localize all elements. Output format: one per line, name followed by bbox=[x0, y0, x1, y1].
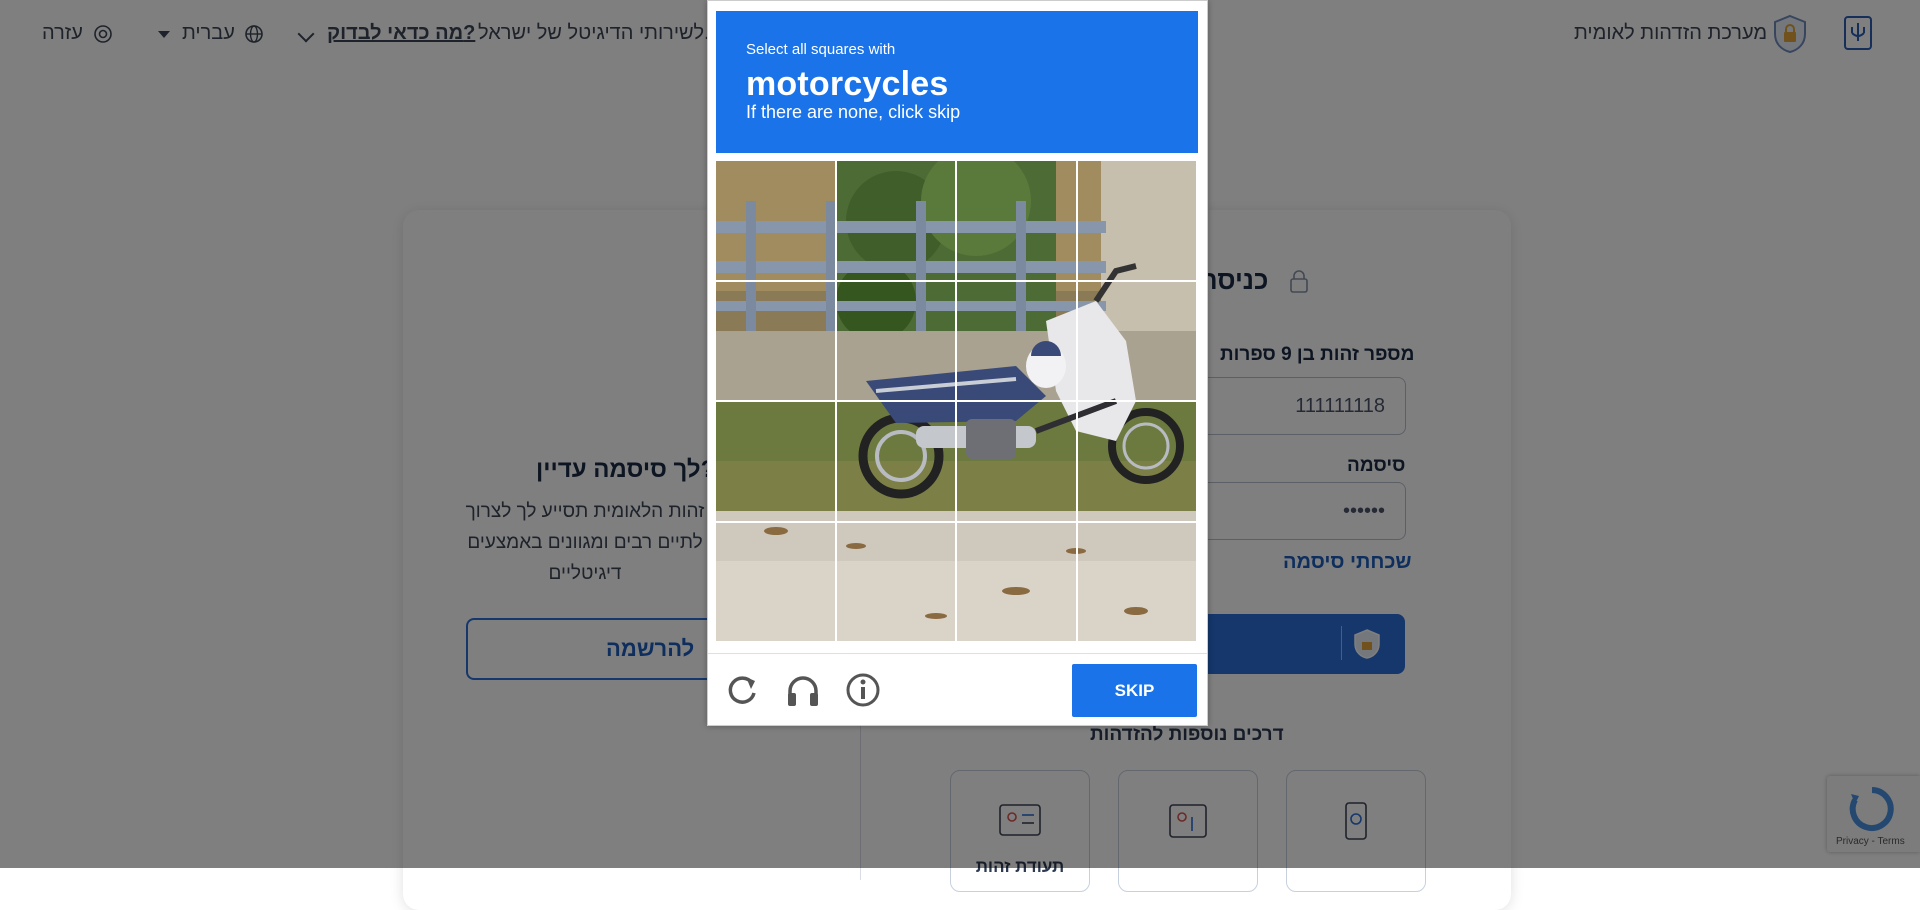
captcha-footer-divider bbox=[708, 653, 1207, 654]
refresh-icon[interactable] bbox=[724, 671, 762, 709]
captcha-tile[interactable] bbox=[957, 281, 1078, 402]
captcha-tile[interactable] bbox=[957, 161, 1078, 282]
captcha-tile[interactable] bbox=[1077, 161, 1198, 282]
skip-button[interactable]: SKIP bbox=[1072, 664, 1197, 717]
captcha-tile[interactable] bbox=[1077, 281, 1198, 402]
captcha-tile[interactable] bbox=[1077, 402, 1198, 523]
captcha-subinstruction: If there are none, click skip bbox=[746, 102, 961, 122]
captcha-tile[interactable] bbox=[836, 161, 957, 282]
captcha-header: Select all squares with motorcycles If t… bbox=[716, 11, 1198, 153]
captcha-tile[interactable] bbox=[716, 161, 837, 282]
captcha-tile[interactable] bbox=[716, 281, 837, 402]
captcha-tile[interactable] bbox=[1077, 522, 1198, 643]
captcha-tile[interactable] bbox=[957, 402, 1078, 523]
captcha-dialog: Select all squares with motorcycles If t… bbox=[707, 0, 1208, 726]
captcha-instruction: Select all squares with bbox=[746, 41, 896, 58]
captcha-image-grid bbox=[716, 161, 1198, 643]
captcha-tile[interactable] bbox=[836, 522, 957, 643]
info-icon[interactable] bbox=[844, 671, 882, 709]
captcha-tile[interactable] bbox=[716, 402, 837, 523]
captcha-tile[interactable] bbox=[716, 522, 837, 643]
captcha-tile[interactable] bbox=[836, 281, 957, 402]
captcha-tile[interactable] bbox=[957, 522, 1078, 643]
headphones-icon[interactable] bbox=[784, 671, 822, 709]
captcha-target: motorcycles bbox=[746, 65, 949, 103]
captcha-tile[interactable] bbox=[836, 402, 957, 523]
